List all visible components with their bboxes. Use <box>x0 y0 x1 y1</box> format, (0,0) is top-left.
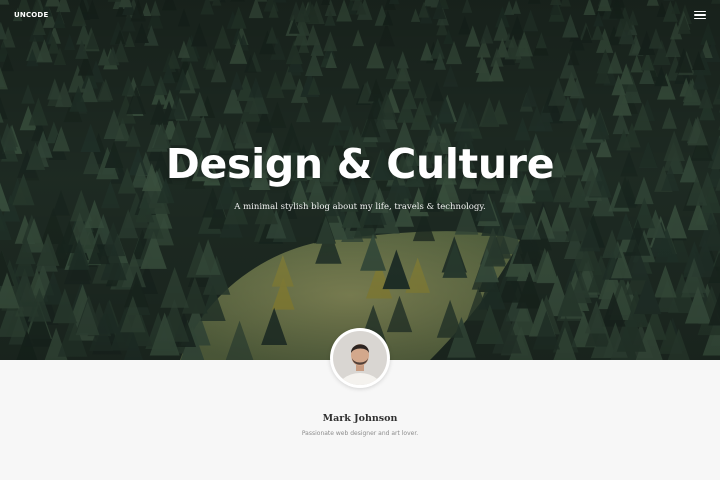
page: UNCODE Design & Culture A minimal stylis… <box>0 0 720 480</box>
site-logo[interactable]: UNCODE <box>14 11 48 19</box>
hero-subtitle: A minimal stylish blog about my life, tr… <box>234 202 486 212</box>
author-avatar[interactable] <box>330 328 390 388</box>
author-portrait-icon <box>333 331 387 385</box>
author-name: Mark Johnson <box>322 413 398 424</box>
top-navigation-bar: UNCODE <box>0 0 720 30</box>
hero-section: UNCODE Design & Culture A minimal stylis… <box>0 0 720 360</box>
hamburger-menu-icon[interactable] <box>694 10 706 20</box>
author-bio: Passionate web designer and art lover. <box>301 430 419 437</box>
hero-title: Design & Culture <box>165 140 555 188</box>
